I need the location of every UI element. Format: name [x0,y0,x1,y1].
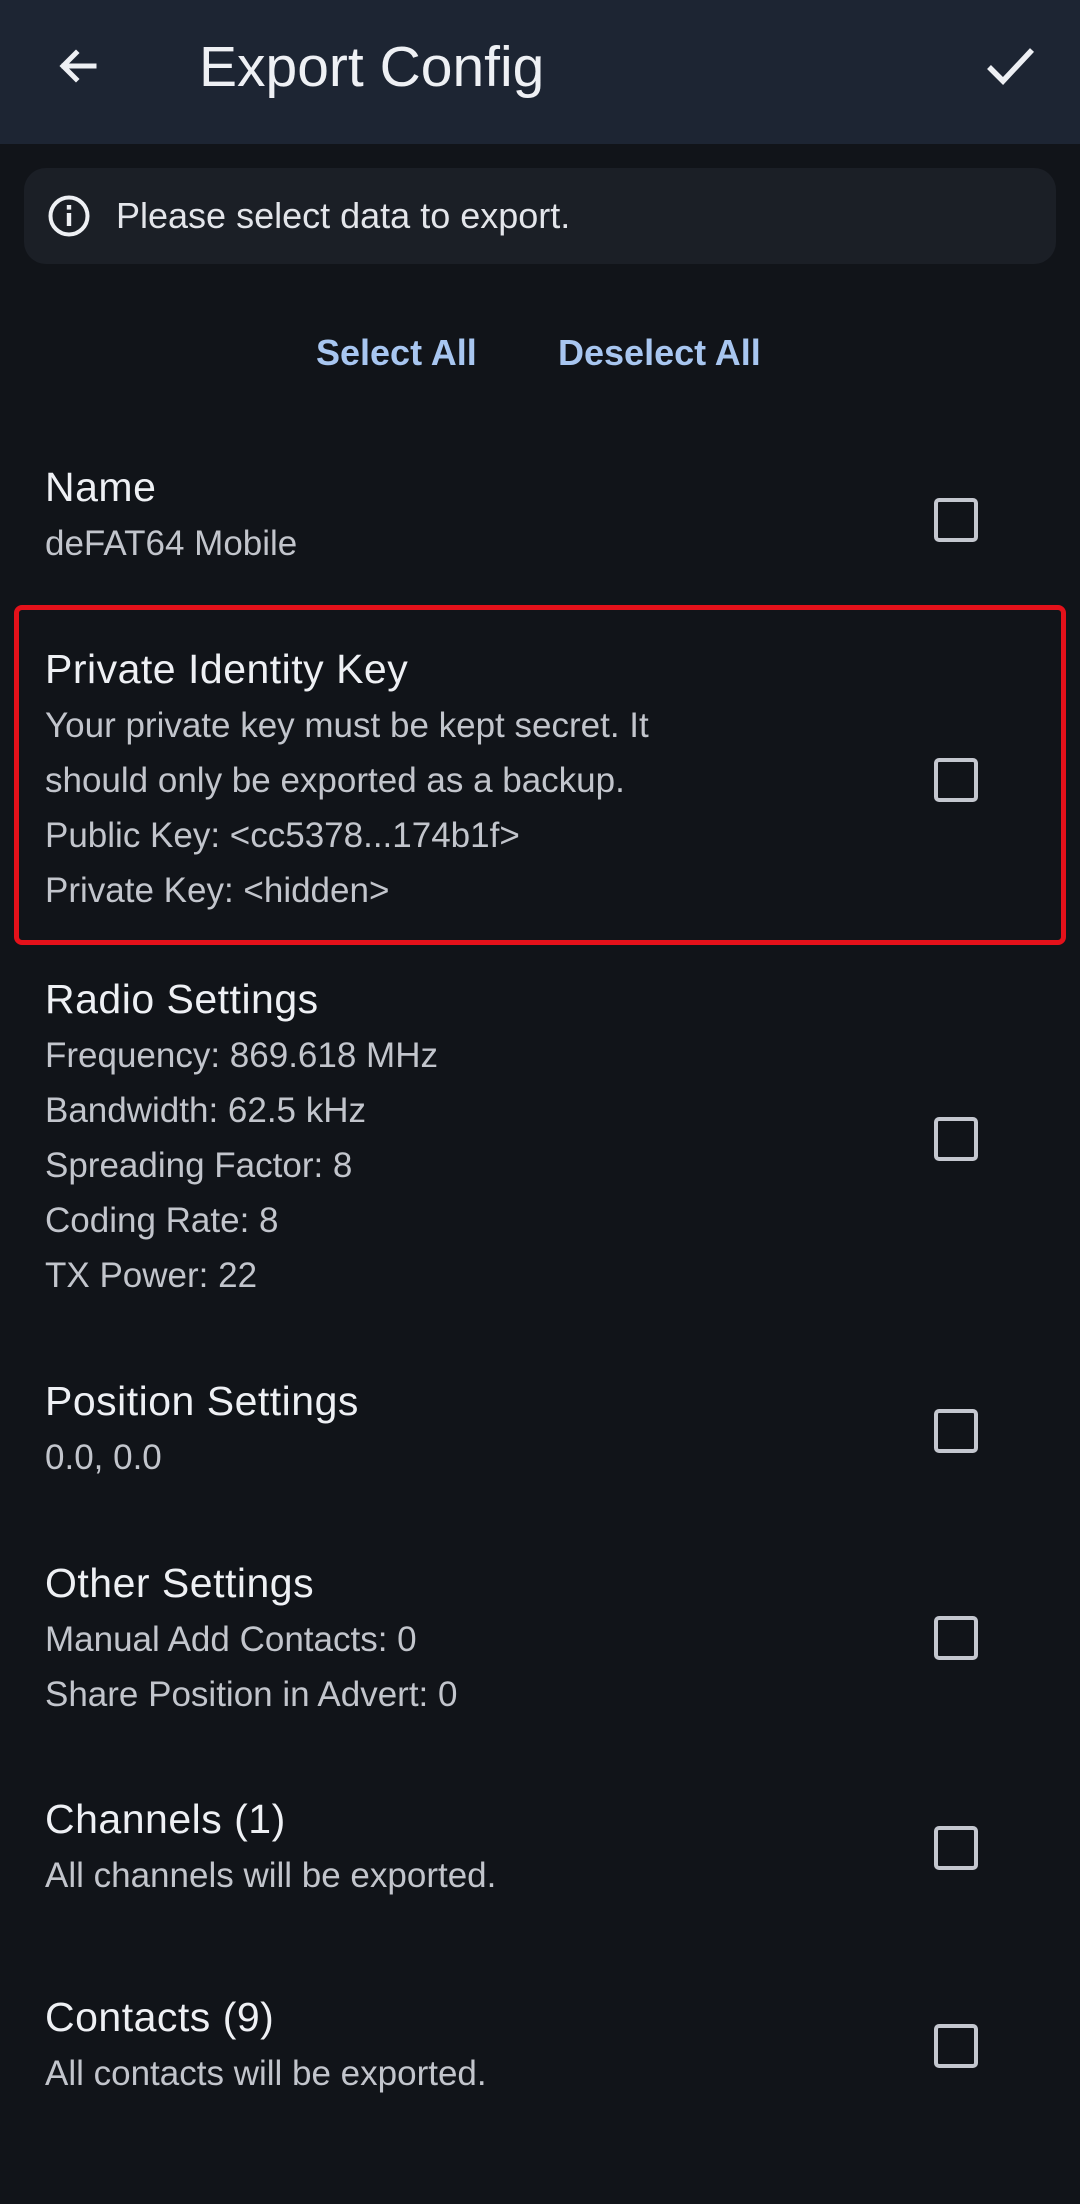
private-identity-key-checkbox[interactable] [934,758,978,802]
item-title: Channels (1) [45,1796,286,1842]
selection-actions: Select All Deselect All [0,318,1080,388]
name-checkbox[interactable] [934,498,978,542]
export-item-channels[interactable]: Channels (1) All channels will be export… [0,1790,1080,1920]
item-detail: Manual Add Contacts: 0 [45,1620,417,1659]
item-detail: All contacts will be exported. [45,2054,487,2093]
item-detail: Private Key: <hidden> [45,871,390,910]
item-title: Private Identity Key [45,646,409,692]
item-detail: 0.0, 0.0 [45,1438,162,1477]
export-item-name[interactable]: Name deFAT64 Mobile [0,458,1080,588]
item-detail: Spreading Factor: 8 [45,1146,353,1185]
item-detail: should only be exported as a backup. [45,761,625,800]
export-item-other-settings[interactable]: Other Settings Manual Add Contacts: 0 Sh… [0,1554,1080,1734]
channels-checkbox[interactable] [934,1826,978,1870]
app-bar: Export Config [0,0,1080,144]
info-message: Please select data to export. [116,195,571,236]
item-title: Radio Settings [45,976,319,1022]
radio-settings-checkbox[interactable] [934,1117,978,1161]
item-detail: Share Position in Advert: 0 [45,1675,458,1714]
item-detail: Frequency: 869.618 MHz [45,1036,438,1075]
item-detail: Coding Rate: 8 [45,1201,279,1240]
info-icon [46,193,92,239]
page-title: Export Config [199,35,545,99]
confirm-button[interactable] [970,30,1050,102]
arrow-left-icon [59,49,97,83]
item-title: Other Settings [45,1560,315,1606]
item-title: Contacts (9) [45,1994,275,2040]
position-settings-checkbox[interactable] [934,1409,978,1453]
export-item-contacts[interactable]: Contacts (9) All contacts will be export… [0,1988,1080,2118]
info-banner: Please select data to export. [24,168,1056,264]
select-all-button[interactable]: Select All [316,318,477,388]
item-detail: deFAT64 Mobile [45,524,298,563]
item-detail: All channels will be exported. [45,1856,497,1895]
deselect-all-button[interactable]: Deselect All [558,318,761,388]
item-title: Name [45,464,157,510]
export-item-private-identity-key[interactable]: Private Identity Key Your private key mu… [0,640,1080,930]
back-button[interactable] [42,30,114,102]
other-settings-checkbox[interactable] [934,1616,978,1660]
contacts-checkbox[interactable] [934,2024,978,2068]
item-detail: Your private key must be kept secret. It [45,706,649,745]
item-detail: Public Key: <cc5378...174b1f> [45,816,520,855]
export-item-radio-settings[interactable]: Radio Settings Frequency: 869.618 MHz Ba… [0,970,1080,1310]
item-title: Position Settings [45,1378,359,1424]
item-detail: TX Power: 22 [45,1256,258,1295]
export-item-position-settings[interactable]: Position Settings 0.0, 0.0 [0,1372,1080,1502]
item-detail: Bandwidth: 62.5 kHz [45,1091,367,1130]
check-icon [987,48,1035,85]
